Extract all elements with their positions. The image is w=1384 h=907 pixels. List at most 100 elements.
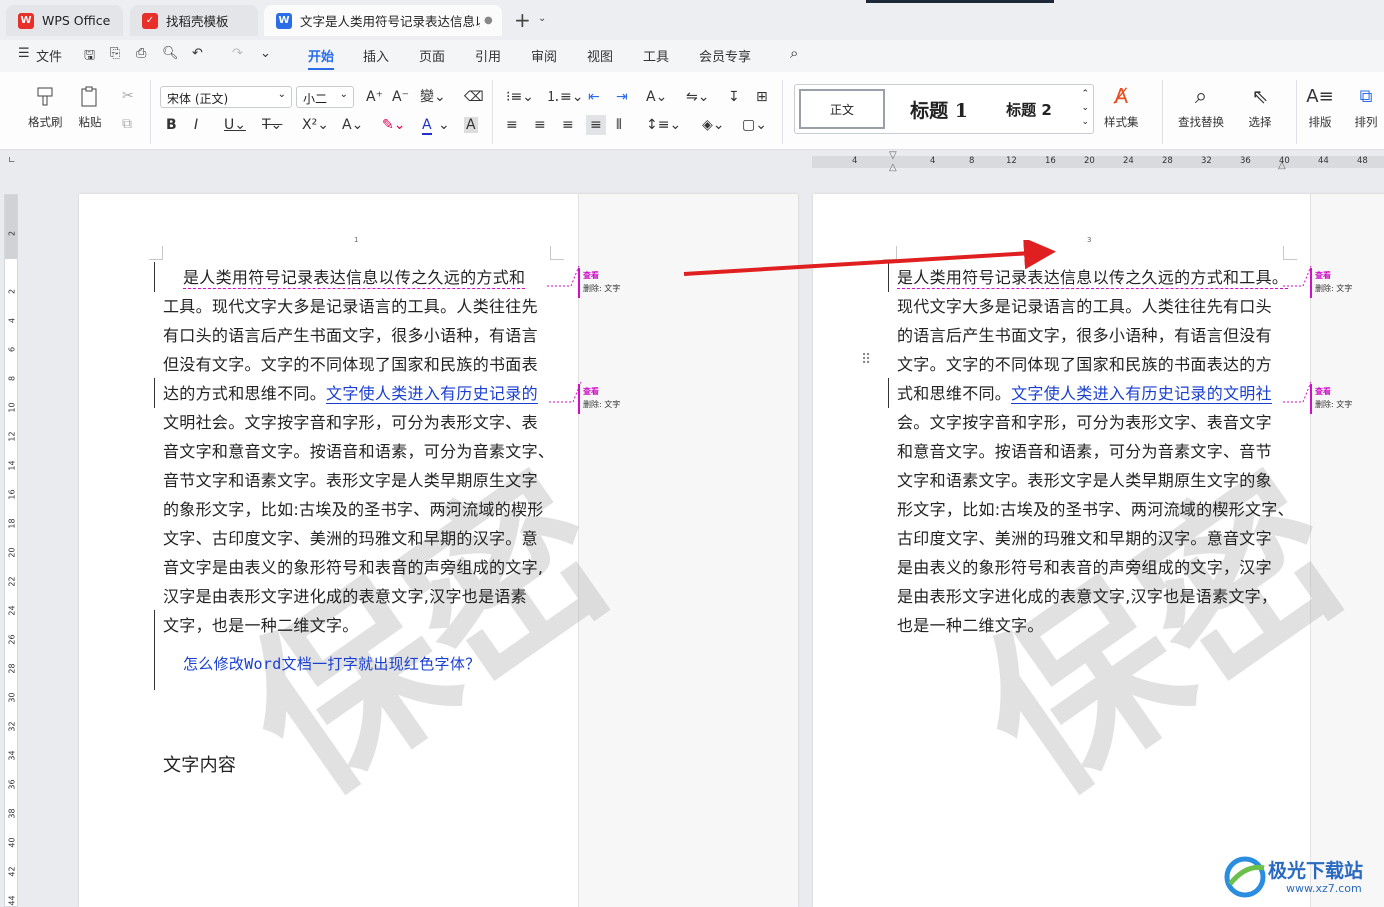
border-icon[interactable]: ▢⌄ [742, 117, 767, 133]
numbered-list-icon[interactable]: ⒈≡⌄ [546, 89, 583, 105]
align-left-icon[interactable]: ≡ [506, 117, 518, 133]
style-h2-label: 标题 2 [1006, 100, 1052, 119]
balloon-comment[interactable]: 删除: 文字 [583, 399, 620, 410]
menu-tools[interactable]: 工具 [643, 46, 669, 65]
redo-icon[interactable]: ↷ [232, 46, 243, 61]
ruler-tick: 24 [7, 605, 17, 616]
paste-button[interactable]: 粘贴 [78, 84, 102, 130]
search-icon[interactable]: ⌕ [790, 44, 798, 62]
menu-file[interactable]: 文件 [36, 46, 62, 65]
save-icon[interactable]: 🖫 [84, 46, 95, 68]
right-indent-icon[interactable]: △ [1278, 160, 1286, 171]
menu-page[interactable]: 页面 [419, 46, 445, 65]
clear-format-icon[interactable]: ⌫ [464, 89, 484, 105]
font-color-icon[interactable]: A [422, 117, 432, 135]
sort-az-icon[interactable]: ↧ [728, 89, 740, 105]
bold-icon[interactable]: B [166, 117, 177, 133]
drag-handle-icon[interactable]: ⠿ [861, 352, 871, 368]
divider [150, 80, 151, 144]
menu-home[interactable]: 开始 [308, 46, 334, 65]
decrease-indent-icon[interactable]: ⇤ [588, 89, 600, 105]
font-family-select[interactable]: 宋体 (正文) ⌄ [160, 86, 292, 108]
tab-document[interactable]: W 文字是人类用符号记录表达信息以 ● [264, 5, 502, 36]
paragraph-line: 工具。现代文字大多是记录语言的工具。人类往往先 [163, 297, 538, 316]
underline-icon[interactable]: U⌄ [224, 117, 246, 133]
gallery-down-icon[interactable]: ⌄ [1081, 103, 1089, 113]
text-effect-icon[interactable]: A⌄ [342, 117, 363, 133]
sort-icon[interactable]: ⇋⌄ [686, 89, 709, 105]
menu-insert[interactable]: 插入 [363, 46, 389, 65]
left-indent-icon[interactable]: △ [889, 162, 897, 173]
horizontal-ruler[interactable]: ∟ 4 4 8 12 16 20 24 28 32 36 40 44 48 ▽ … [0, 150, 1384, 173]
format-painter-button[interactable]: 格式刷 [28, 84, 63, 130]
chevron-down-icon[interactable]: ⌄ [438, 117, 450, 133]
style-set-button[interactable]: A̸ 样式集 [1104, 84, 1139, 130]
balloon-comment[interactable]: 删除: 文字 [583, 283, 620, 294]
superscript-icon[interactable]: X²⌄ [302, 117, 329, 133]
show-marks-icon[interactable]: ⊞ [756, 89, 768, 105]
increase-indent-icon[interactable]: ⇥ [616, 89, 628, 105]
gallery-more-icon[interactable]: ⌄ [1081, 117, 1089, 127]
undo-icon[interactable]: ↶ [192, 46, 203, 61]
tab-wps-office[interactable]: W WPS Office [6, 5, 123, 36]
gallery-up-icon[interactable]: ⌃ [1081, 89, 1089, 99]
style-heading-2[interactable]: 标题 2 [991, 89, 1067, 129]
balloon-connector [547, 265, 580, 287]
paragraph-line: 的象形文字，比如:古埃及的圣书字、两河流域的楔形 [163, 500, 544, 519]
balloon-tag[interactable]: 查看 [583, 270, 599, 281]
strikethrough-icon[interactable]: T⌄ [262, 117, 282, 133]
quick-access-chevron-icon[interactable]: ⌄ [260, 46, 271, 61]
distribute-icon[interactable]: ⫴ [616, 117, 622, 133]
balloon-tag[interactable]: 查看 [583, 386, 599, 397]
italic-icon[interactable]: I [194, 117, 198, 133]
page-left[interactable]: 保密 1 是人类用符号记录表达信息以传之久远的方式和 工具。现代文字大多是记录语… [79, 194, 798, 907]
menu-member[interactable]: 会员专享 [699, 46, 751, 65]
tab-stop-icon[interactable]: ∟ [8, 156, 16, 166]
align-center-icon[interactable]: ≡ [534, 117, 546, 133]
tab-template[interactable]: ✓ 找稻壳模板 [130, 5, 258, 36]
first-line-indent-icon[interactable]: ▽ [889, 150, 897, 161]
grow-font-icon[interactable]: A⁺ [366, 89, 383, 105]
paragraph-line: 文字，也是一种二维文字。 [163, 616, 359, 635]
copy-icon[interactable]: ⧉ [122, 116, 132, 132]
balloon-comment[interactable]: 删除: 文字 [1315, 283, 1352, 294]
select-button[interactable]: ⇖ 选择 [1248, 84, 1272, 130]
shading-icon[interactable]: ◈⌄ [702, 117, 725, 133]
line-spacing-icon[interactable]: ↕≡⌄ [646, 117, 681, 133]
new-tab-icon[interactable]: + [514, 8, 531, 32]
export-icon[interactable]: ⎘ [110, 46, 120, 61]
ruler-tick: 34 [7, 750, 17, 761]
menu-view[interactable]: 视图 [587, 46, 613, 65]
bullet-list-icon[interactable]: ⁝≡⌄ [506, 89, 534, 105]
text-direction-icon[interactable]: A⌄ [646, 89, 667, 105]
page-number: 1 [354, 236, 359, 244]
menu-review[interactable]: 审阅 [531, 46, 557, 65]
style-heading-1[interactable]: 标题 1 [893, 89, 985, 129]
menu-bar: ☰ 文件 🖫 ⎘ ⎙ 🔍︎ ↶ ↷ ⌄ 开始 插入 页面 引用 审阅 视图 工具… [0, 40, 1384, 72]
tab-list-chevron-icon[interactable]: ⌄ [538, 13, 546, 24]
layout-button[interactable]: A≡ 排版 [1306, 84, 1333, 130]
align-right-icon[interactable]: ≡ [562, 117, 574, 133]
style-normal[interactable]: 正文 [799, 89, 885, 129]
justify-icon[interactable]: ≡ [586, 115, 606, 135]
print-preview-icon[interactable]: 🔍︎ [162, 46, 179, 61]
shrink-font-icon[interactable]: A⁻ [392, 89, 409, 105]
balloon-tag[interactable]: 查看 [1315, 386, 1331, 397]
balloon-tag[interactable]: 查看 [1315, 270, 1331, 281]
balloon-comment[interactable]: 删除: 文字 [1315, 399, 1352, 410]
unsaved-dot-icon[interactable]: ● [484, 15, 493, 26]
vertical-ruler[interactable]: 2 2 4 6 8 10 12 14 16 18 20 22 24 26 28 30 32 34 36 38 40 42 4… [4, 194, 18, 907]
find-replace-button[interactable]: ⌕ 查找替换 [1178, 84, 1224, 130]
highlight-icon[interactable]: ✎⌄ [382, 117, 405, 133]
phonetic-icon[interactable]: 變⌄ [420, 89, 446, 105]
hyperlink-line[interactable]: 怎么修改Word文档一打字就出现红色字体？ [183, 653, 480, 674]
char-shading-icon[interactable]: A [464, 117, 478, 133]
cut-icon[interactable]: ✂ [122, 88, 134, 104]
arrange-button[interactable]: ⧉ 排列 [1354, 84, 1378, 130]
font-size-select[interactable]: 小二 ⌄ [296, 86, 354, 108]
ruler-tick: 8 [7, 375, 17, 382]
menu-references[interactable]: 引用 [475, 46, 501, 65]
hamburger-icon[interactable]: ☰ [18, 46, 30, 61]
print-icon[interactable]: ⎙ [136, 46, 146, 61]
page-right[interactable]: 保密 3 ⠿ 是人类用符号记录表达信息以传之久远的方式和工具。 现代文字大多是记… [813, 194, 1384, 907]
